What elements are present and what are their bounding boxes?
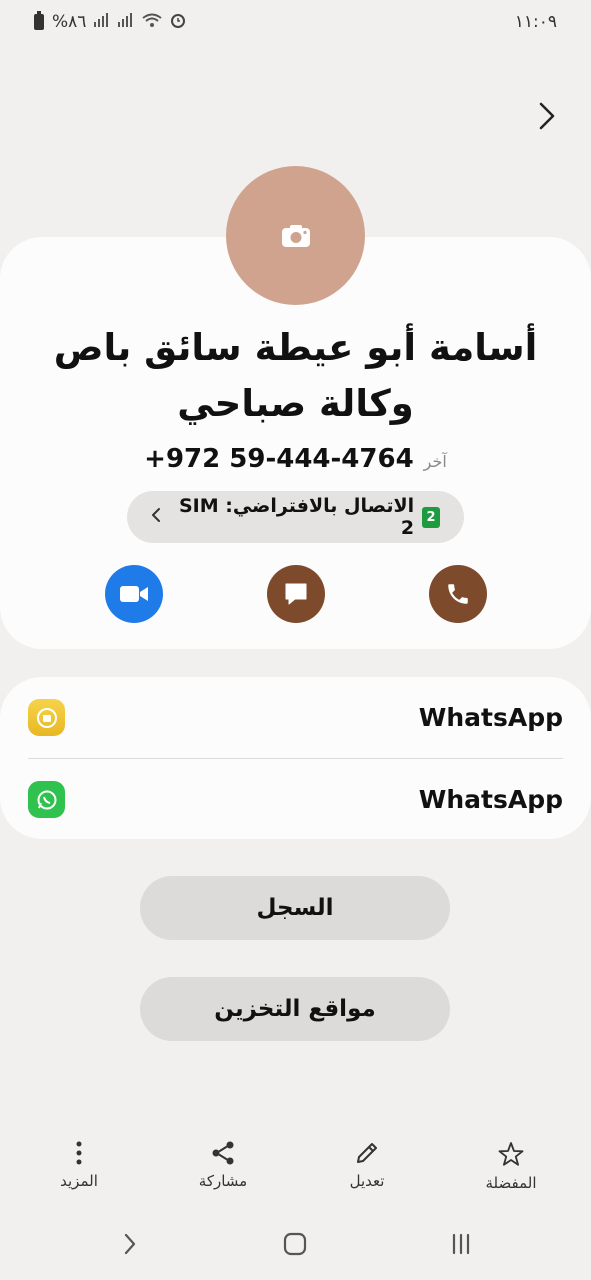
call-button[interactable] (429, 565, 487, 623)
phone-label: آخر (423, 452, 447, 471)
battery-icon (34, 11, 44, 30)
alarm-icon (170, 12, 186, 32)
pencil-icon (357, 1143, 377, 1163)
chevron-right-icon[interactable] (530, 96, 564, 136)
home-square-icon (283, 1232, 307, 1256)
back-nav-button[interactable] (105, 1222, 155, 1266)
signal-icon (94, 13, 110, 31)
default-sim-button[interactable]: الاتصال بالافتراضي: SIM 2 2 (127, 491, 464, 543)
more-icon (76, 1141, 82, 1165)
star-icon (498, 1142, 524, 1166)
signal-icon-2 (118, 13, 134, 31)
video-call-button[interactable] (105, 565, 163, 623)
chevron-right-icon (124, 1233, 136, 1255)
chevron-left-icon (151, 507, 161, 528)
wifi-icon (142, 13, 163, 32)
share-label: مشاركة (198, 1172, 248, 1190)
status-icons: %٨٦ (34, 11, 186, 32)
sim-label: الاتصال بالافتراضي: SIM 2 (178, 495, 415, 539)
recents-nav-button[interactable] (436, 1222, 486, 1266)
contact-name: أسامة أبو عيطة سائق باص وكالة صباحي (53, 326, 538, 425)
status-bar: %٨٦ ١١:٠٩ (0, 0, 591, 44)
contact-avatar[interactable] (226, 166, 365, 305)
whatsapp-business-icon (28, 699, 65, 736)
share-icon (212, 1141, 234, 1165)
edit-label: تعديل (349, 1172, 385, 1190)
sim-badge-icon: 2 (422, 506, 440, 528)
app-name: WhatsApp (418, 785, 563, 814)
favorite-button[interactable]: المفضلة (461, 1140, 561, 1192)
app-row-whatsapp[interactable]: WhatsApp (28, 759, 563, 840)
message-icon (285, 583, 307, 605)
storage-locations-button[interactable]: مواقع التخزين (140, 977, 450, 1041)
home-nav-button[interactable] (270, 1222, 320, 1266)
recents-icon (452, 1233, 470, 1255)
sim-label-group: الاتصال بالافتراضي: SIM 2 2 (161, 495, 440, 539)
app-name: WhatsApp (418, 703, 563, 732)
app-row-whatsapp-business[interactable]: WhatsApp (28, 677, 563, 758)
phone-icon (448, 584, 468, 604)
phone-number[interactable]: +972 59-444-4764 (144, 444, 414, 474)
whatsapp-icon (28, 781, 65, 818)
message-button[interactable] (267, 565, 325, 623)
system-nav-bar (0, 1222, 591, 1266)
bottom-action-bar: المزيد مشاركة تعديل المفضلة (0, 1140, 591, 1200)
camera-icon (281, 224, 310, 247)
video-icon (120, 586, 148, 602)
phone-row[interactable]: +972 59-444-4764 آخر (0, 444, 591, 474)
battery-level: %٨٦ (52, 12, 87, 32)
favorite-label: المفضلة (485, 1174, 537, 1192)
more-button[interactable]: المزيد (29, 1140, 129, 1190)
share-button[interactable]: مشاركة (173, 1140, 273, 1190)
edit-button[interactable]: تعديل (317, 1140, 417, 1190)
status-time: ١١:٠٩ (514, 12, 557, 32)
log-button[interactable]: السجل (140, 876, 450, 940)
more-label: المزيد (60, 1172, 98, 1190)
